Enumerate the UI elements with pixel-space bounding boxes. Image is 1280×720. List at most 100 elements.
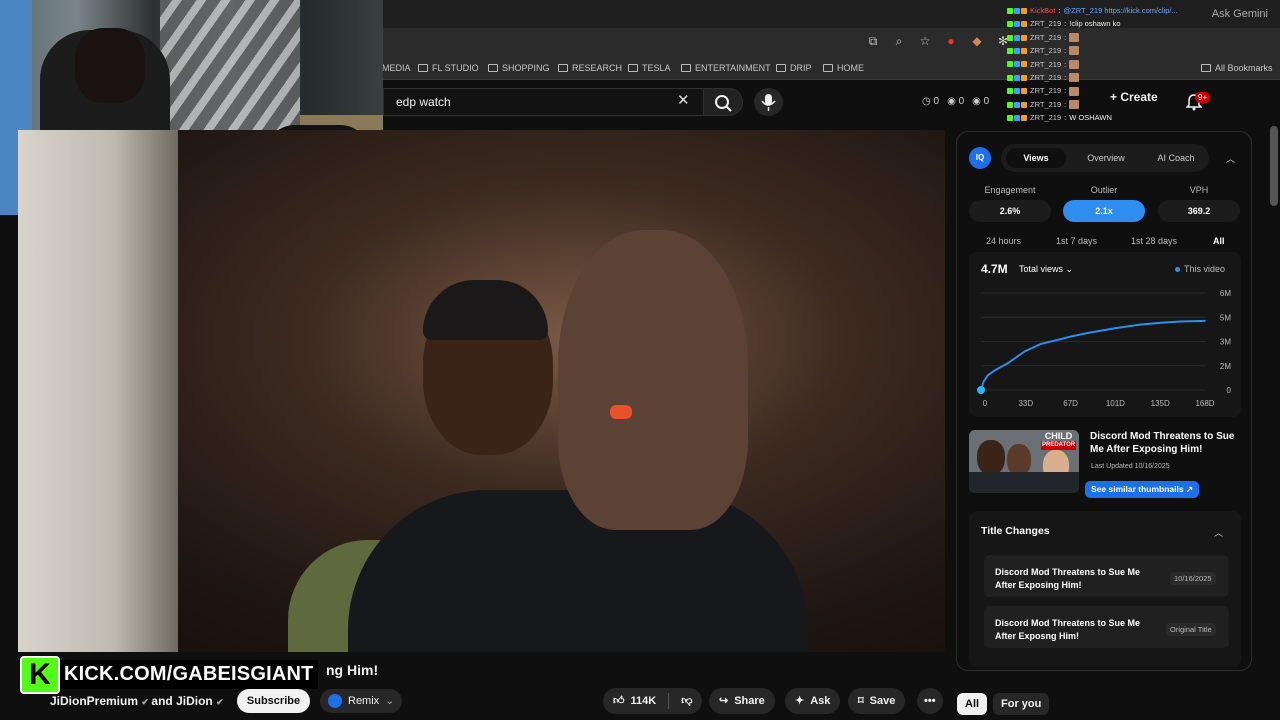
search-button[interactable]: [703, 88, 743, 116]
series-point[interactable]: [977, 386, 985, 394]
vidiq-header-stats: ◷ 0 ◉ 0 ◉ 0: [922, 96, 989, 107]
chat-username[interactable]: ZRT_219: [1030, 44, 1061, 57]
range-first-7-days[interactable]: 1st 7 days: [1056, 236, 1097, 246]
more-actions-button[interactable]: •••: [917, 688, 943, 714]
extension-icon[interactable]: ◆: [970, 34, 984, 48]
chat-message: ZRT_219:: [1007, 71, 1269, 84]
series-point: [1060, 338, 1062, 340]
thumbnail-caption-line: PREDATOR: [1041, 441, 1077, 450]
like-button[interactable]: 👍︎ 114K 👎︎: [603, 688, 703, 714]
bookmark-folder[interactable]: TESLA: [628, 63, 671, 73]
microphone-icon: [761, 94, 776, 111]
bookmark-folder[interactable]: SHOPPING: [488, 63, 550, 73]
zoom-icon[interactable]: ⌕: [892, 34, 906, 48]
chat-badges: [1007, 88, 1027, 95]
chat-badge-icon: [1007, 21, 1013, 28]
range-24-hours[interactable]: 24 hours: [986, 236, 1021, 246]
collapse-panel-icon[interactable]: ︿: [1226, 152, 1235, 165]
last-updated: Last Updated 10/16/2025: [1091, 463, 1170, 470]
bookmark-label: RESEARCH: [572, 63, 623, 73]
collapse-section-icon[interactable]: ︿: [1214, 526, 1223, 539]
chat-message: ZRT_219:: [1007, 58, 1269, 71]
chat-emote-icon: [1069, 59, 1080, 69]
save-button[interactable]: ⌑ Save: [848, 688, 906, 714]
channel-name[interactable]: JiDionPremium: [50, 694, 138, 708]
voice-search-button[interactable]: [754, 88, 783, 116]
video-title: ng Him!: [326, 662, 379, 678]
chat-username[interactable]: ZRT_219: [1030, 71, 1061, 84]
bookmark-folder[interactable]: DRIP: [776, 63, 812, 73]
page-scrollbar[interactable]: [1270, 126, 1278, 206]
extension-icon[interactable]: ●: [944, 34, 958, 48]
chat-username[interactable]: ZRT_219: [1030, 31, 1061, 44]
chat-badges: [1007, 114, 1027, 121]
folder-icon: [628, 64, 638, 72]
tab-ai-coach[interactable]: AI Coach: [1144, 148, 1208, 168]
chat-username[interactable]: ZRT_219: [1030, 111, 1061, 124]
bookmark-folder[interactable]: MEDIA: [382, 63, 411, 73]
series-point: [1086, 332, 1089, 334]
bookmark-folder[interactable]: FL STUDIO: [418, 63, 479, 73]
metric-value-outlier[interactable]: 2.1x: [1063, 200, 1145, 222]
chat-badge-icon: [1007, 74, 1013, 81]
x-tick-label: 0: [983, 399, 988, 408]
tab-overview[interactable]: Overview: [1076, 148, 1136, 168]
thumbs-down-icon[interactable]: 👎︎: [681, 688, 692, 714]
folder-icon: [558, 64, 568, 72]
bookmark-star-icon[interactable]: ☆: [918, 34, 932, 48]
chat-username[interactable]: KickBot: [1030, 4, 1055, 17]
bookmark-folder[interactable]: ENTERTAINMENT: [681, 63, 771, 73]
collab-channel-name[interactable]: and JiDion: [151, 694, 212, 708]
metric-value-vph[interactable]: 369.2: [1158, 200, 1240, 222]
channel-names: JiDionPremium ✔ and JiDion ✔: [50, 694, 224, 708]
chat-username[interactable]: ZRT_219: [1030, 84, 1061, 97]
series-point: [1114, 327, 1117, 329]
chat-emote-icon: [1069, 46, 1080, 56]
similar-video-title[interactable]: Discord Mod Threatens to Sue Me After Ex…: [1090, 430, 1242, 456]
share-button[interactable]: ↪ Share: [709, 688, 775, 714]
chat-emote-icon: [1069, 33, 1080, 43]
chat-message: KickBot: @ZRT_219 https://kick.com/clip/.…: [1007, 4, 1269, 17]
chat-separator: :: [1064, 113, 1067, 123]
chat-badges: [1007, 74, 1027, 81]
chat-separator: :: [1064, 19, 1067, 29]
chat-badge-icon: [1021, 21, 1027, 28]
external-link-icon: ↗: [1185, 484, 1194, 494]
similar-video-thumbnail[interactable]: CHILD PREDATOR: [969, 430, 1079, 493]
chat-text[interactable]: @ZRT_219 https://kick.com/clip/...: [1064, 4, 1178, 17]
install-icon[interactable]: ⧉: [866, 34, 880, 48]
bookmark-folder[interactable]: RESEARCH: [558, 63, 622, 73]
chevron-down-icon: ⌄: [385, 695, 395, 707]
subscribe-button[interactable]: Subscribe: [237, 689, 310, 713]
chat-badge-icon: [1021, 34, 1027, 41]
tab-views[interactable]: Views: [1006, 148, 1066, 168]
chat-message: ZRT_219: !clip oshawn ko: [1007, 17, 1269, 30]
clear-search-icon[interactable]: ✕: [677, 93, 690, 108]
chat-message: ZRT_219: W OSHAWN: [1007, 111, 1269, 124]
range-first-28-days[interactable]: 1st 28 days: [1131, 236, 1177, 246]
chat-username[interactable]: ZRT_219: [1030, 17, 1061, 30]
chat-badge-icon: [1014, 88, 1020, 95]
see-similar-thumbnails-button[interactable]: See similar thumbnails ↗: [1085, 481, 1200, 498]
chat-username[interactable]: ZRT_219: [1030, 98, 1061, 111]
range-all[interactable]: All: [1213, 236, 1225, 246]
remix-button[interactable]: Remix ⌄: [320, 689, 403, 713]
chevron-down-icon: ⌄: [1065, 264, 1074, 274]
ask-button[interactable]: ✦ Ask: [785, 688, 841, 714]
more-horizontal-icon: •••: [924, 695, 936, 707]
chat-message: ZRT_219:: [1007, 31, 1269, 44]
metric-value-engagement[interactable]: 2.6%: [969, 200, 1051, 222]
remix-label: Remix: [348, 695, 380, 707]
total-views-selector[interactable]: Total views ⌄: [1019, 264, 1073, 275]
video-player[interactable]: [18, 130, 945, 652]
chip-all[interactable]: All: [957, 693, 988, 715]
sparkle-icon: ✦: [795, 695, 805, 707]
chat-badge-icon: [1007, 114, 1013, 121]
kick-logo-icon: K: [20, 656, 60, 694]
chat-username[interactable]: ZRT_219: [1030, 58, 1061, 71]
hair-tie: [610, 405, 632, 419]
chat-badge-icon: [1007, 61, 1013, 68]
chip-for-you[interactable]: For you: [993, 693, 1050, 715]
chat-badge-icon: [1021, 88, 1027, 95]
bookmark-folder[interactable]: HOME: [823, 63, 864, 73]
